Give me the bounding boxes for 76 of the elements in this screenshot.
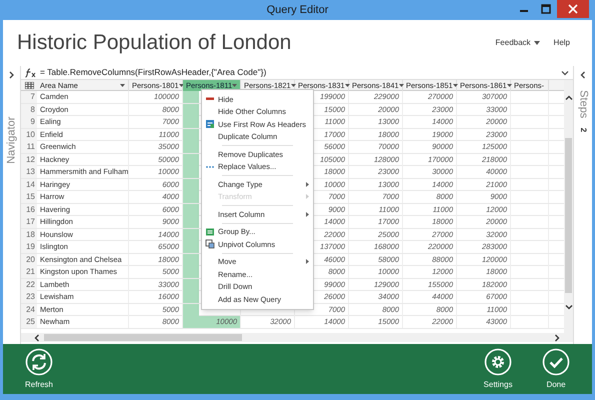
row-number: 23 [21, 291, 37, 303]
filter-arrow-icon[interactable] [452, 84, 458, 88]
row-number: 22 [21, 278, 37, 290]
highlighted-cell [183, 91, 199, 103]
settings-icon [484, 348, 512, 376]
highlighted-cell [183, 154, 199, 166]
row-number: 25 [21, 316, 37, 328]
row-number: 21 [21, 266, 37, 278]
row-number: 11 [21, 141, 37, 153]
footer-button[interactable]: Refresh [17, 348, 61, 390]
expand-icon[interactable] [8, 70, 16, 80]
page-title: Historic Population of London [17, 30, 292, 56]
row-number: 16 [21, 204, 37, 216]
formula-text: = Table.RemoveColumns(FirstRowAsHeader,{"Area Code"}) [40, 66, 266, 79]
table-icon[interactable] [24, 82, 34, 90]
header-link[interactable]: Help [554, 37, 570, 49]
highlighted-cell [183, 228, 199, 240]
step-count: 2 [578, 128, 589, 132]
function-icon [25, 68, 37, 78]
highlighted-cell [183, 266, 199, 278]
close-icon[interactable] [557, 0, 589, 18]
filter-arrow-icon[interactable] [344, 84, 350, 88]
highlighted-cell [183, 191, 199, 203]
highlighted-cell [183, 291, 199, 303]
scroll-left-icon[interactable] [33, 334, 41, 342]
formula-bar[interactable]: = Table.RemoveColumns(FirstRowAsHeader,{"Area Code"}) [25, 66, 561, 79]
grid-icon [205, 226, 215, 237]
row-number: 19 [21, 241, 37, 253]
row-number: 13 [21, 166, 37, 178]
scroll-right-icon[interactable] [553, 334, 561, 342]
highlighted-cell [183, 204, 199, 216]
filter-arrow-icon[interactable] [506, 84, 512, 88]
filter-arrow-icon[interactable] [178, 84, 184, 88]
header-link[interactable]: Feedback [495, 37, 531, 49]
check-icon [542, 348, 570, 376]
filter-arrow-icon[interactable] [232, 84, 238, 88]
row-number: 12 [21, 154, 37, 166]
window-title: Query Editor [266, 2, 328, 18]
row-number: 14 [21, 178, 37, 190]
row-number: 20 [21, 254, 37, 266]
highlighted-cell [183, 278, 199, 290]
scroll-up-icon[interactable] [564, 94, 572, 102]
highlighted-cell [183, 104, 199, 116]
chevron-down-icon[interactable] [561, 68, 569, 76]
filter-arrow-icon[interactable] [290, 84, 296, 88]
steps-label[interactable]: Steps [574, 90, 592, 118]
squares-icon [205, 239, 215, 250]
refresh-icon [25, 348, 53, 376]
row-number: 9 [21, 116, 37, 128]
highlighted-cell [183, 254, 199, 266]
highlighted-cell [183, 141, 199, 153]
highlighted-cell [183, 216, 199, 228]
highlighted-cell [183, 128, 199, 140]
highlighted-cell [183, 241, 199, 253]
vertical-scrollbar[interactable] [564, 80, 573, 333]
row-number: 17 [21, 216, 37, 228]
footer-button[interactable]: Settings [476, 348, 520, 390]
row-number: 8 [21, 104, 37, 116]
filter-arrow-icon[interactable] [120, 84, 125, 88]
highlighted-cell [183, 166, 199, 178]
row-number: 24 [21, 304, 37, 316]
navigator-label[interactable]: Navigator [3, 116, 20, 164]
table-header-icon [205, 119, 215, 130]
highlighted-cell [183, 304, 199, 316]
row-number: 15 [21, 191, 37, 203]
footer-button[interactable]: Done [534, 348, 578, 390]
collapse-icon[interactable] [579, 70, 587, 80]
filter-arrow-icon[interactable] [398, 84, 404, 88]
scroll-down-icon[interactable] [564, 303, 572, 311]
row-number: 18 [21, 228, 37, 240]
highlighted-cell [183, 178, 199, 190]
caret-icon[interactable] [534, 41, 540, 45]
row-number: 10 [21, 128, 37, 140]
horizontal-scrollbar[interactable] [21, 333, 573, 342]
row-number: 7 [21, 91, 37, 103]
highlighted-cell [183, 116, 199, 128]
